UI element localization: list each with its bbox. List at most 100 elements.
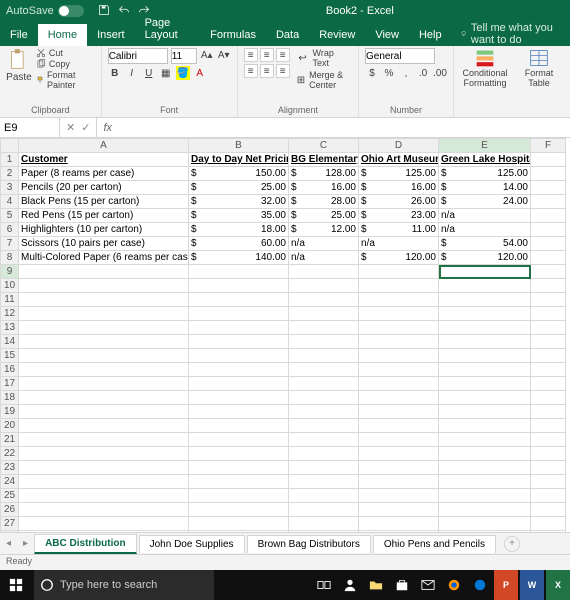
- row-header-20[interactable]: 20: [1, 419, 19, 433]
- cell-E17[interactable]: [439, 377, 531, 391]
- sheet-tab-1[interactable]: ABC Distribution: [34, 534, 137, 554]
- cell-A24[interactable]: [19, 475, 189, 489]
- cell-E28[interactable]: [439, 531, 531, 533]
- currency-icon[interactable]: $: [365, 66, 379, 80]
- cell-B9[interactable]: [189, 265, 289, 279]
- tab-home[interactable]: Home: [38, 24, 87, 46]
- row-header-5[interactable]: 5: [1, 209, 19, 223]
- firefox-icon[interactable]: [442, 570, 466, 600]
- cell-E23[interactable]: [439, 461, 531, 475]
- font-color-button[interactable]: A: [193, 66, 207, 80]
- cell-A27[interactable]: [19, 517, 189, 531]
- tell-me[interactable]: Tell me what you want to do: [460, 22, 570, 46]
- cell-C18[interactable]: [289, 391, 359, 405]
- column-header-E[interactable]: E: [439, 139, 531, 153]
- cell-E25[interactable]: [439, 489, 531, 503]
- sheet-tab-4[interactable]: Ohio Pens and Pencils: [373, 535, 496, 553]
- align-middle-icon[interactable]: ≡: [260, 48, 274, 62]
- cell-A9[interactable]: [19, 265, 189, 279]
- cell-E18[interactable]: [439, 391, 531, 405]
- cell-D17[interactable]: [359, 377, 439, 391]
- format-table-button[interactable]: Format Table: [514, 48, 564, 88]
- cell-B25[interactable]: [189, 489, 289, 503]
- cell-F25[interactable]: [531, 489, 566, 503]
- cell-C20[interactable]: [289, 419, 359, 433]
- decrease-decimal-icon[interactable]: .00: [433, 66, 447, 80]
- merge-center-button[interactable]: ⊞Merge & Center: [296, 70, 352, 90]
- sheet-nav-prev[interactable]: ◂: [0, 538, 17, 549]
- align-left-icon[interactable]: ≡: [244, 64, 258, 78]
- cell-F1[interactable]: [531, 153, 566, 167]
- cell-F20[interactable]: [531, 419, 566, 433]
- cell-E11[interactable]: [439, 293, 531, 307]
- cell-E24[interactable]: [439, 475, 531, 489]
- column-header-C[interactable]: C: [289, 139, 359, 153]
- cell-E9[interactable]: [439, 265, 531, 279]
- cell-D1[interactable]: Ohio Art Museum: [359, 153, 439, 167]
- cell-B28[interactable]: [189, 531, 289, 533]
- row-header-9[interactable]: 9: [1, 265, 19, 279]
- cell-D21[interactable]: [359, 433, 439, 447]
- name-box[interactable]: E9: [0, 118, 60, 137]
- cell-E6[interactable]: n/a: [439, 223, 531, 237]
- border-button[interactable]: ▦: [159, 66, 173, 80]
- cell-F7[interactable]: [531, 237, 566, 251]
- cell-D20[interactable]: [359, 419, 439, 433]
- cut-button[interactable]: Cut: [36, 48, 95, 58]
- cell-D23[interactable]: [359, 461, 439, 475]
- formula-input[interactable]: [118, 118, 570, 137]
- cell-F11[interactable]: [531, 293, 566, 307]
- cell-D2[interactable]: $125.00: [359, 167, 439, 181]
- cell-E7[interactable]: $54.00: [439, 237, 531, 251]
- cell-E3[interactable]: $14.00: [439, 181, 531, 195]
- tab-page-layout[interactable]: Page Layout: [135, 12, 201, 46]
- cell-D18[interactable]: [359, 391, 439, 405]
- cell-F22[interactable]: [531, 447, 566, 461]
- conditional-formatting-button[interactable]: Conditional Formatting: [460, 48, 510, 88]
- cell-D27[interactable]: [359, 517, 439, 531]
- cell-F21[interactable]: [531, 433, 566, 447]
- cell-A19[interactable]: [19, 405, 189, 419]
- cell-C26[interactable]: [289, 503, 359, 517]
- cell-A12[interactable]: [19, 307, 189, 321]
- cell-B24[interactable]: [189, 475, 289, 489]
- cell-C19[interactable]: [289, 405, 359, 419]
- cell-B16[interactable]: [189, 363, 289, 377]
- percent-icon[interactable]: %: [382, 66, 396, 80]
- tab-help[interactable]: Help: [409, 24, 452, 46]
- cell-F15[interactable]: [531, 349, 566, 363]
- cell-E16[interactable]: [439, 363, 531, 377]
- decrease-font-icon[interactable]: A▾: [217, 48, 231, 62]
- wrap-text-button[interactable]: ↩Wrap Text: [296, 48, 352, 68]
- cell-D26[interactable]: [359, 503, 439, 517]
- cell-D4[interactable]: $26.00: [359, 195, 439, 209]
- increase-font-icon[interactable]: A▴: [200, 48, 214, 62]
- cell-D9[interactable]: [359, 265, 439, 279]
- cell-F27[interactable]: [531, 517, 566, 531]
- row-header-17[interactable]: 17: [1, 377, 19, 391]
- sheet-nav-next[interactable]: ▸: [17, 538, 34, 549]
- cell-C28[interactable]: [289, 531, 359, 533]
- cell-B26[interactable]: [189, 503, 289, 517]
- copy-button[interactable]: Copy: [36, 59, 95, 69]
- underline-button[interactable]: U: [142, 66, 156, 80]
- row-header-11[interactable]: 11: [1, 293, 19, 307]
- enter-formula-icon[interactable]: ✓: [81, 121, 90, 134]
- cell-C15[interactable]: [289, 349, 359, 363]
- cell-B13[interactable]: [189, 321, 289, 335]
- column-header-F[interactable]: F: [531, 139, 566, 153]
- cell-A20[interactable]: [19, 419, 189, 433]
- cell-A5[interactable]: Red Pens (15 per carton): [19, 209, 189, 223]
- cell-E21[interactable]: [439, 433, 531, 447]
- cell-E26[interactable]: [439, 503, 531, 517]
- cell-C13[interactable]: [289, 321, 359, 335]
- row-header-15[interactable]: 15: [1, 349, 19, 363]
- cell-B8[interactable]: $140.00: [189, 251, 289, 265]
- cell-C10[interactable]: [289, 279, 359, 293]
- cell-D28[interactable]: [359, 531, 439, 533]
- row-header-18[interactable]: 18: [1, 391, 19, 405]
- cell-C22[interactable]: [289, 447, 359, 461]
- file-explorer-icon[interactable]: [364, 570, 388, 600]
- cell-B15[interactable]: [189, 349, 289, 363]
- cell-C9[interactable]: [289, 265, 359, 279]
